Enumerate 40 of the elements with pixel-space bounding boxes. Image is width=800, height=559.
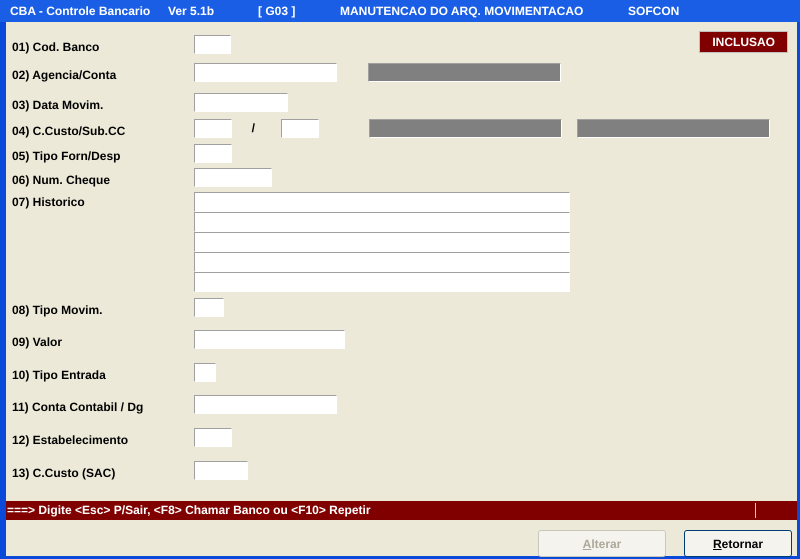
input-field[interactable] <box>194 144 232 163</box>
status-message: ===> Digite <Esc> P/Sair, <F8> Chamar Banco ou <F10> Repetir <box>7 503 371 517</box>
window-title: MANUTENCAO DO ARQ. MOVIMENTACAO <box>340 3 584 20</box>
window-title: SOFCON <box>628 3 680 20</box>
input-field[interactable] <box>194 119 232 138</box>
field-label: 11) Conta Contabil / Dg <box>11 399 144 416</box>
field-label: 08) Tipo Movim. <box>11 302 104 319</box>
field-label: 03) Data Movim. <box>11 97 104 114</box>
field-label: 09) Valor <box>11 334 64 351</box>
input-field[interactable] <box>194 232 570 252</box>
field-label: 12) Estabelecimento <box>11 432 130 449</box>
separator-text: / <box>250 120 255 137</box>
input-field[interactable] <box>194 428 232 447</box>
input-field[interactable] <box>194 330 345 349</box>
input-field[interactable] <box>194 272 570 292</box>
input-field[interactable] <box>281 119 319 138</box>
field-label: 02) Agencia/Conta <box>11 67 118 84</box>
input-field[interactable] <box>194 63 337 82</box>
input-field[interactable] <box>194 461 248 480</box>
field-label: 06) Num. Cheque <box>11 172 112 189</box>
input-field[interactable] <box>194 363 216 382</box>
field-label: 10) Tipo Entrada <box>11 367 107 384</box>
field-label: 01) Cod. Banco <box>11 39 100 56</box>
field-label: 07) Historico <box>11 194 86 211</box>
input-field[interactable] <box>194 168 272 187</box>
input-field[interactable] <box>194 35 231 54</box>
mode-badge: INCLUSAO <box>699 31 788 53</box>
input-field[interactable] <box>194 298 224 317</box>
return-button[interactable]: Retornar <box>684 530 792 557</box>
field-label: 04) C.Custo/Sub.CC <box>11 123 126 140</box>
input-field[interactable] <box>194 252 570 272</box>
input-field[interactable] <box>194 192 570 212</box>
input-field[interactable] <box>194 212 570 232</box>
input-field[interactable] <box>194 93 288 112</box>
input-field[interactable] <box>194 395 337 414</box>
window-title: Ver 5.1b <box>168 3 214 20</box>
window-title: [ G03 ] <box>258 3 296 20</box>
field-label: 05) Tipo Forn/Desp <box>11 148 122 165</box>
window-title: CBA - Controle Bancario <box>10 3 150 20</box>
field-label: 13) C.Custo (SAC) <box>11 465 116 482</box>
